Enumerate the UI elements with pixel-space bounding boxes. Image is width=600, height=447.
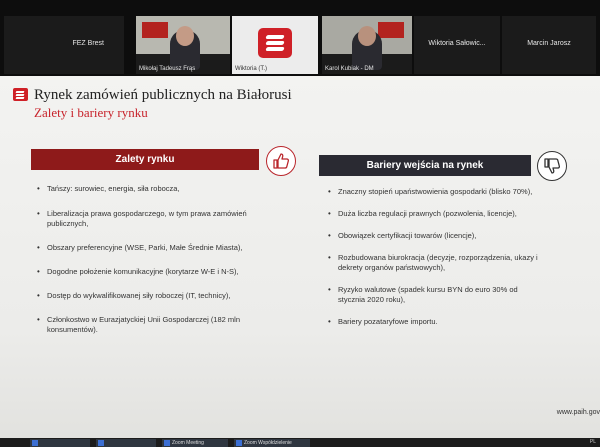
list-item: Rozbudowana biurokracja (decyzje, rozpor… [326,253,540,273]
participant-tile[interactable]: Mikołaj Tadeusz Frąs [136,16,230,74]
participant-name: Marcin Jarosz [527,40,571,47]
slide-subtitle: Zalety i bariery rynku [34,105,148,120]
participant-name: Wiktoria (T.) [235,66,267,72]
list-item: Liberalizacja prawa gospodarczego, w tym… [35,209,255,229]
paih-logo-icon [258,28,292,58]
list-item: Ryzyko walutowe (spadek kursu BYN do eur… [326,285,540,305]
taskbar-item[interactable] [96,439,156,447]
shared-slide: Rynek zamówień publicznych na Białorusi … [0,76,600,438]
participant-name: Karol Kubiak - DM [325,66,374,72]
participant-tile[interactable]: Wiktoria (T.) [232,16,318,74]
thumbs-down-icon [537,151,567,181]
list-item: Dogodne położenie komunikacyjne (korytar… [35,267,255,277]
barriers-header: Bariery wejścia na rynek [319,155,531,176]
taskbar-item[interactable]: Zoom Meeting [162,439,228,447]
list-item: Członkostwo w Eurazjatyckiej Unii Gospod… [35,315,255,335]
footer-url: www.paih.gov [556,409,600,416]
list-item: Dostęp do wykwalifikowanej siły roboczej… [35,291,255,301]
participant-tile[interactable]: Wiktoria Sałowic... [414,16,500,74]
taskbar-item[interactable] [30,439,90,447]
participant-tile[interactable]: Karol Kubiak - DM [322,16,412,74]
taskbar-item[interactable]: Zoom Współdzielenie [234,439,310,447]
participant-tile[interactable]: FEZ Brest [4,16,124,74]
participant-tile[interactable]: Marcin Jarosz [502,16,596,74]
participant-name: Mikołaj Tadeusz Frąs [139,66,196,72]
participant-name: FEZ Brest [72,40,104,47]
participant-name: Wiktoria Sałowic... [428,40,486,47]
list-item: Obszary preferencyjne (WSE, Parki, Małe … [35,243,255,253]
participants-strip: FEZ Brest Mikołaj Tadeusz Frąs Wiktoria … [0,0,600,76]
barriers-list: Znaczny stopień upaństwowienia gospodark… [326,187,540,327]
thumbs-up-icon [266,146,296,176]
list-item: Obowiązek certyfikacji towarów (licencje… [326,231,540,241]
taskbar: Zoom Meeting Zoom Współdzielenie PL [0,438,600,447]
slide-title: Rynek zamówień publicznych na Białorusi [34,87,292,103]
list-item: Tańszy: surowiec, energia, siła robocza, [35,184,255,194]
system-tray[interactable]: PL [590,439,596,445]
advantages-list: Tańszy: surowiec, energia, siła robocza,… [35,184,255,335]
paih-logo-icon [13,88,28,101]
list-item: Znaczny stopień upaństwowienia gospodark… [326,187,540,197]
list-item: Bariery pozataryfowe importu. [326,317,540,327]
advantages-header: Zalety rynku [31,149,259,170]
list-item: Duża liczba regulacji prawnych (pozwolen… [326,209,540,219]
